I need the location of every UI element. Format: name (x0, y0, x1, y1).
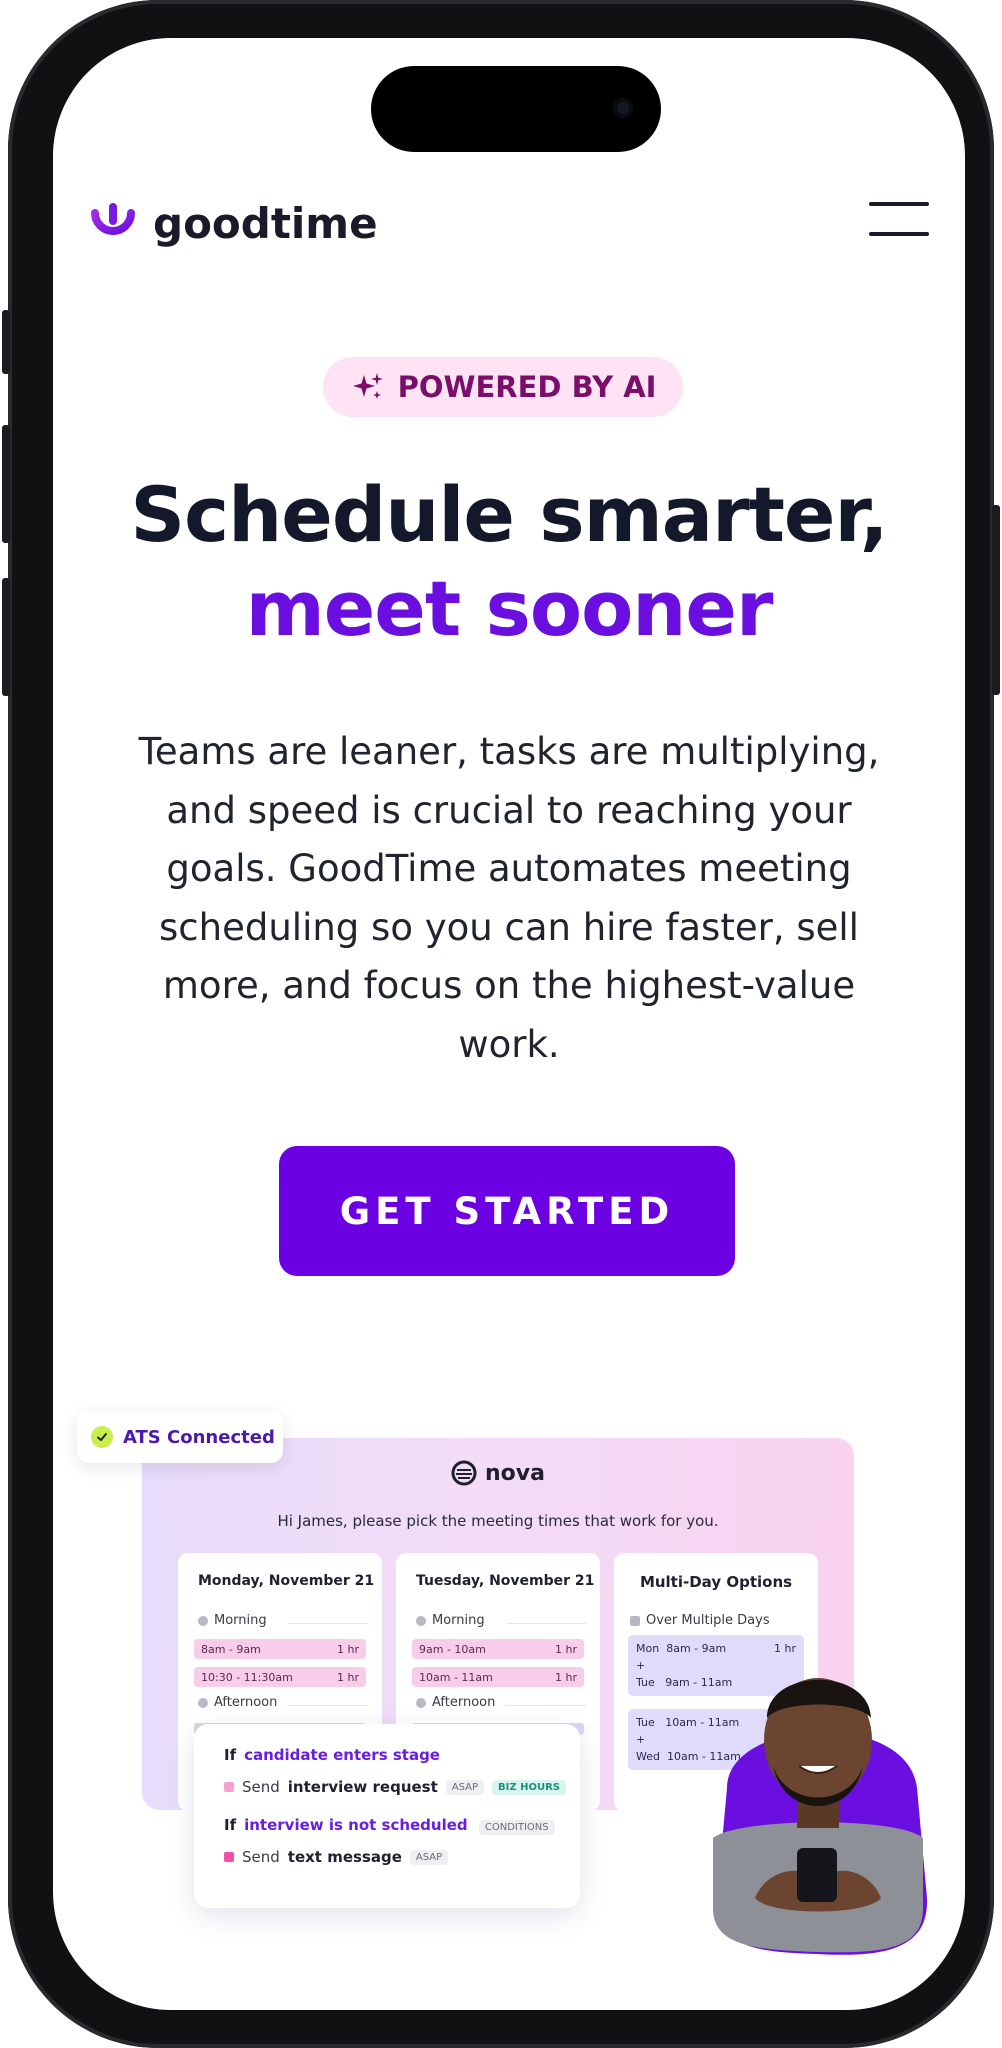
multi-day-subtitle: Over Multiple Days (630, 1613, 770, 1628)
time-slot[interactable]: 10am - 11am 1 hr (412, 1667, 584, 1687)
tag-biz-hours: BIZ HOURS (492, 1779, 566, 1795)
day-title: Tuesday, November 21 (416, 1573, 595, 1589)
divider (506, 1623, 586, 1624)
person-icon (416, 1615, 426, 1626)
dynamic-island (371, 66, 661, 152)
nova-label: nova (485, 1460, 545, 1486)
ats-connected-badge: ATS Connected (77, 1411, 283, 1463)
brand-logo[interactable]: goodtime (87, 198, 378, 248)
clock-icon (198, 1697, 208, 1708)
automation-rules-card: If candidate enters stage Send interview r… (194, 1724, 580, 1908)
powered-by-ai-badge: POWERED BY AI (323, 357, 683, 417)
rule-action: Send interview request ASAP BIZ HOURS (224, 1778, 566, 1796)
clock-icon (416, 1697, 426, 1708)
headline-line2: meet sooner (245, 564, 774, 653)
ats-label: ATS Connected (123, 1426, 275, 1448)
rule-condition: If interview is not scheduled CONDITIONS (224, 1816, 555, 1835)
headline-line1: Schedule smarter, (130, 470, 888, 559)
check-icon (91, 1426, 113, 1448)
divider (288, 1705, 368, 1706)
tag-asap: ASAP (409, 1849, 449, 1865)
morning-label: Morning (198, 1613, 267, 1628)
camera-icon (613, 98, 633, 118)
rule-condition: If candidate enters stage (224, 1746, 440, 1764)
person-icon (198, 1615, 208, 1626)
volume-up-button (2, 425, 10, 543)
hamburger-menu-icon[interactable] (869, 198, 929, 238)
goodtime-logo-icon (91, 203, 135, 235)
volume-down-button (2, 578, 10, 696)
divider (288, 1623, 368, 1624)
text-message-icon (224, 1852, 234, 1862)
sparkles-icon (352, 373, 383, 399)
nova-prompt: Hi James, please pick the meeting times … (277, 1512, 719, 1530)
time-slot[interactable]: 9am - 10am 1 hr (412, 1639, 584, 1659)
afternoon-label: Afternoon (198, 1695, 277, 1710)
action-button (2, 310, 10, 374)
page-title: Schedule smarter, meet sooner (53, 468, 965, 656)
nova-logo-icon (451, 1460, 477, 1486)
rule-action: Send text message ASAP (224, 1848, 449, 1866)
day-title: Monday, November 21 (198, 1573, 375, 1589)
message-icon (224, 1782, 234, 1792)
nova-brand: nova (142, 1460, 854, 1486)
badge-label: POWERED BY AI (397, 370, 657, 404)
brand-name: goodtime (153, 198, 378, 248)
get-started-button[interactable]: GET STARTED (279, 1146, 735, 1276)
phone-frame: goodtime POWERED BY AI Schedule smarter,… (2, 0, 1000, 2048)
multi-day-title: Multi-Day Options (639, 1573, 793, 1591)
person-with-phone-image (713, 1678, 928, 1955)
hero-description: Teams are leaner, tasks are multiplying,… (138, 730, 880, 1066)
time-slot[interactable]: 8am - 9am 1 hr (194, 1639, 366, 1659)
morning-label: Morning (416, 1613, 485, 1628)
screen: goodtime POWERED BY AI Schedule smarter,… (53, 38, 965, 2010)
power-button (992, 505, 1000, 695)
divider (506, 1705, 586, 1706)
afternoon-label: Afternoon (416, 1695, 495, 1710)
calendar-icon (630, 1615, 640, 1626)
tag-asap: ASAP (445, 1779, 485, 1795)
tag-conditions: CONDITIONS (478, 1820, 555, 1835)
time-slot[interactable]: 10:30 - 11:30am 1 hr (194, 1667, 366, 1687)
